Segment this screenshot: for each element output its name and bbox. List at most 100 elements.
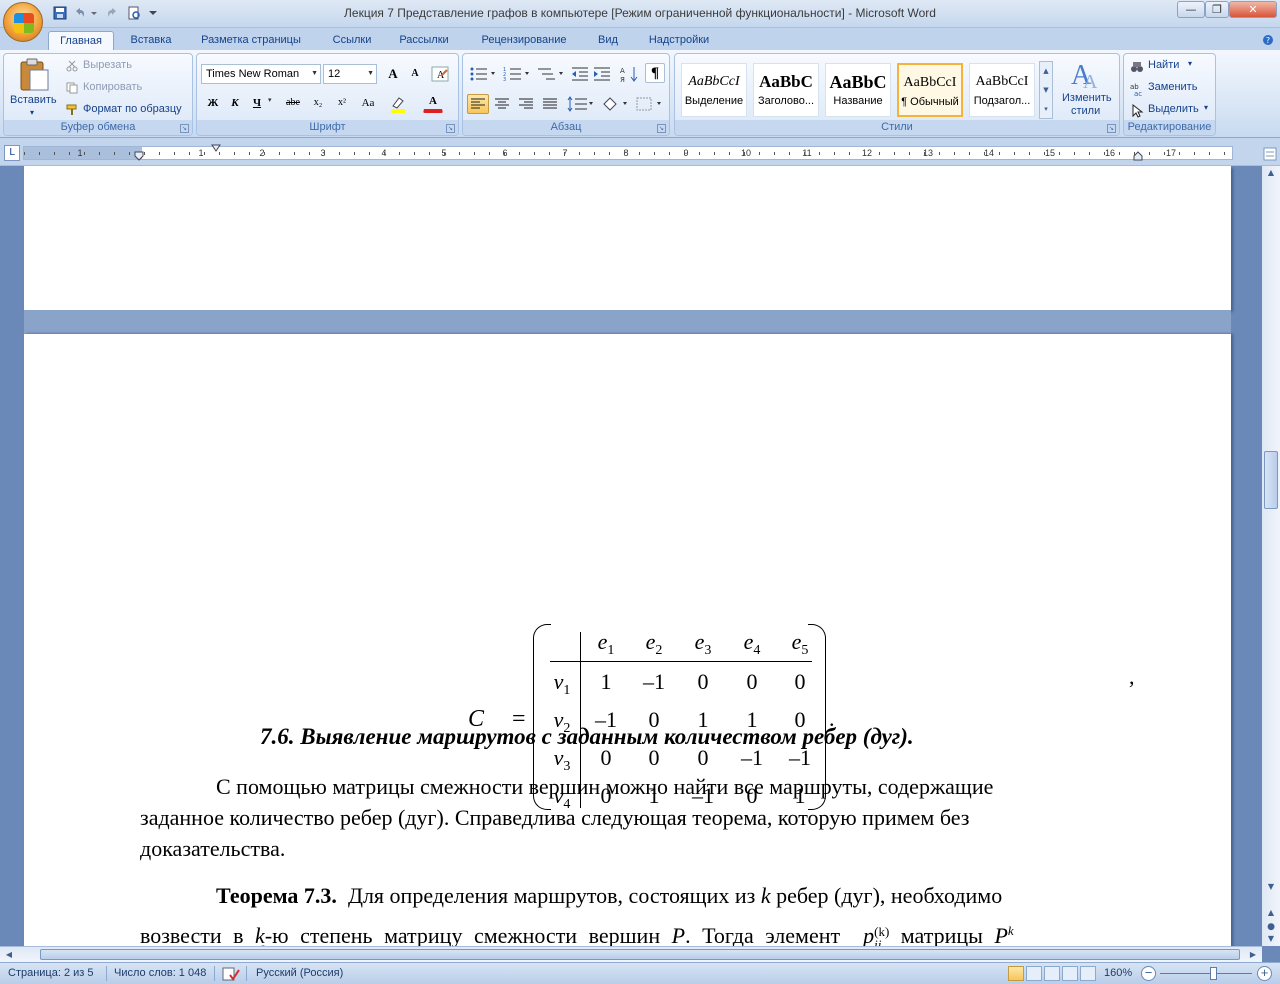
zoom-out-icon[interactable]: − — [1141, 966, 1156, 981]
scroll-up-icon[interactable]: ▲ — [1264, 166, 1278, 180]
page-1-bottom[interactable] — [24, 166, 1231, 310]
subscript-button[interactable]: x₂ — [307, 93, 329, 113]
font-launcher-icon[interactable]: ↘ — [446, 124, 455, 133]
next-page-icon[interactable]: ▼ — [1264, 932, 1278, 946]
tab-review[interactable]: Рецензирование — [468, 31, 580, 50]
grow-font-button[interactable]: A — [383, 64, 403, 84]
tab-page-layout[interactable]: Разметка страницы — [190, 31, 312, 50]
right-indent-icon[interactable] — [1133, 151, 1143, 161]
style-heading[interactable]: AaBbC Заголово... — [753, 63, 819, 117]
change-case-button[interactable]: Aa — [355, 93, 381, 113]
page-2[interactable]: C = . e1 e2 e3 e4 e5 v1 v2 v3 v4 1 –1 0 0 0 –1 0 1 1 0 0 0 0–… — [24, 334, 1231, 946]
shading-icon[interactable] — [601, 96, 631, 112]
numbering-icon[interactable]: 123 — [503, 66, 531, 82]
multilevel-list-icon[interactable] — [537, 66, 565, 82]
document-workspace[interactable]: C = . e1 e2 e3 e4 e5 v1 v2 v3 v4 1 –1 0 0 0 –1 0 1 1 0 0 0 0–… — [0, 166, 1262, 946]
zoom-slider[interactable] — [1160, 973, 1252, 974]
styles-scroll[interactable]: ▲ ▼ ▾ — [1039, 61, 1053, 119]
save-icon[interactable] — [52, 5, 68, 21]
paste-icon[interactable] — [18, 58, 50, 92]
find-button[interactable]: Найти — [1148, 59, 1179, 71]
minimize-button[interactable]: — — [1177, 1, 1205, 18]
align-center-button[interactable] — [491, 94, 513, 114]
undo-icon[interactable] — [72, 5, 88, 21]
ruler-strip[interactable]: 11234567891011121314151617 — [23, 144, 1233, 161]
increase-indent-icon[interactable] — [593, 66, 611, 82]
decrease-indent-icon[interactable] — [571, 66, 589, 82]
italic-button[interactable]: К — [225, 93, 245, 113]
tab-home[interactable]: Главная — [48, 31, 114, 50]
style-normal[interactable]: AaBbCcI ¶ Обычный — [897, 63, 963, 117]
tab-insert[interactable]: Вставка — [122, 31, 180, 50]
scroll-right-icon[interactable]: ▶ — [1246, 948, 1260, 962]
redo-icon[interactable] — [104, 5, 120, 21]
font-name-combo[interactable]: Times New Roman ▼ — [201, 64, 321, 84]
horizontal-scrollbar[interactable]: ◀ ▶ — [0, 946, 1262, 962]
vertical-scroll-thumb[interactable] — [1264, 451, 1278, 509]
vertical-scrollbar[interactable]: ▲ ▼ ▲ ● ▼ — [1262, 166, 1280, 946]
shrink-font-button[interactable]: A — [405, 64, 425, 84]
language-indicator[interactable]: Русский (Россия) — [256, 967, 343, 979]
restore-button[interactable]: ❐ — [1205, 1, 1229, 18]
proofing-icon[interactable] — [222, 967, 240, 981]
font-color-button[interactable]: A — [423, 93, 443, 113]
borders-icon[interactable] — [635, 96, 665, 112]
tab-mailings[interactable]: Рассылки — [390, 31, 458, 50]
copy-icon[interactable] — [66, 82, 78, 94]
clear-formatting-icon[interactable]: A — [431, 66, 449, 82]
tab-references[interactable]: Ссылки — [322, 31, 382, 50]
tab-view[interactable]: Вид — [588, 31, 628, 50]
font-size-combo[interactable]: 12 ▼ — [323, 64, 377, 84]
sort-icon[interactable]: АЯ — [619, 65, 639, 83]
print-preview-icon[interactable] — [126, 5, 142, 21]
style-title[interactable]: AaBbC Название — [825, 63, 891, 117]
replace-button[interactable]: Заменить — [1148, 81, 1197, 93]
full-screen-reading-icon[interactable] — [1026, 966, 1042, 981]
close-button[interactable]: ✕ — [1229, 1, 1277, 18]
help-icon[interactable]: ? — [1262, 34, 1274, 46]
change-styles-button[interactable]: Изменить — [1062, 92, 1112, 104]
underline-button[interactable]: Ч — [247, 93, 267, 113]
customize-toolbar-icon[interactable] — [148, 5, 158, 21]
horizontal-ruler[interactable]: L 11234567891011121314151617 — [0, 138, 1280, 166]
previous-page-icon[interactable]: ▲ — [1264, 906, 1278, 920]
page-indicator[interactable]: Страница: 2 из 5 — [8, 967, 94, 979]
outline-view-icon[interactable] — [1062, 966, 1078, 981]
draft-view-icon[interactable] — [1080, 966, 1096, 981]
tab-addins[interactable]: Надстройки — [636, 31, 722, 50]
print-layout-view-icon[interactable] — [1008, 966, 1024, 981]
line-spacing-icon[interactable] — [567, 96, 595, 112]
superscript-button[interactable]: x² — [331, 93, 353, 113]
show-formatting-button[interactable]: ¶ — [645, 63, 665, 83]
view-ruler-icon[interactable] — [1263, 147, 1277, 161]
zoom-level[interactable]: 160% — [1104, 967, 1132, 979]
clipboard-launcher-icon[interactable]: ↘ — [180, 124, 189, 133]
highlight-icon[interactable] — [389, 94, 409, 114]
undo-dropdown-icon[interactable] — [90, 5, 98, 21]
format-painter-button[interactable]: Формат по образцу — [83, 103, 182, 115]
align-left-button[interactable] — [467, 94, 489, 114]
web-layout-icon[interactable] — [1044, 966, 1060, 981]
word-count[interactable]: Число слов: 1 048 — [114, 967, 206, 979]
styles-launcher-icon[interactable]: ↘ — [1107, 124, 1116, 133]
zoom-in-icon[interactable]: + — [1257, 966, 1272, 981]
scroll-left-icon[interactable]: ◀ — [2, 948, 16, 962]
paste-button[interactable]: Вставить — [10, 94, 57, 106]
tab-selector[interactable]: L — [4, 145, 20, 161]
indent-marker-icon[interactable] — [134, 151, 144, 161]
style-emphasis[interactable]: AaBbCcI Выделение — [681, 63, 747, 117]
scroll-down-icon[interactable]: ▼ — [1264, 880, 1278, 894]
paragraph-launcher-icon[interactable]: ↘ — [657, 124, 666, 133]
justify-button[interactable] — [539, 94, 561, 114]
bullets-icon[interactable] — [469, 66, 497, 82]
style-subtitle[interactable]: AaBbCcI Подзагол... — [969, 63, 1035, 117]
cut-icon[interactable] — [66, 60, 78, 72]
zoom-slider-thumb[interactable] — [1210, 967, 1217, 980]
change-styles-icon[interactable]: AA — [1069, 58, 1103, 90]
first-line-indent-icon[interactable] — [211, 144, 221, 152]
format-painter-icon[interactable] — [66, 104, 78, 116]
horizontal-scroll-thumb[interactable] — [40, 949, 1240, 960]
strikethrough-button[interactable]: abe — [281, 93, 305, 113]
copy-button[interactable]: Копировать — [83, 81, 142, 93]
office-button[interactable] — [3, 2, 43, 42]
